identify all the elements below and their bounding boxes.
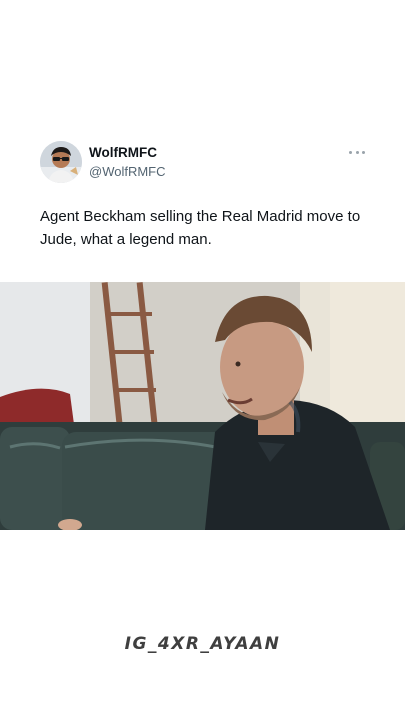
tweet-card: WolfRMFC @WolfRMFC Agent Beckham selling… — [0, 0, 405, 720]
more-dots-icon[interactable] — [349, 145, 365, 159]
avatar-image — [40, 141, 82, 183]
tweet-text: Agent Beckham selling the Real Madrid mo… — [40, 208, 361, 248]
watermark-text: IG_4XR_AYAAN — [124, 634, 281, 654]
video-frame-image — [0, 282, 405, 530]
tweet-media-video[interactable] — [0, 282, 405, 530]
display-name[interactable]: WolfRMFC — [89, 145, 157, 160]
user-handle[interactable]: @WolfRMFC — [89, 164, 166, 179]
profile-avatar[interactable] — [40, 141, 82, 183]
